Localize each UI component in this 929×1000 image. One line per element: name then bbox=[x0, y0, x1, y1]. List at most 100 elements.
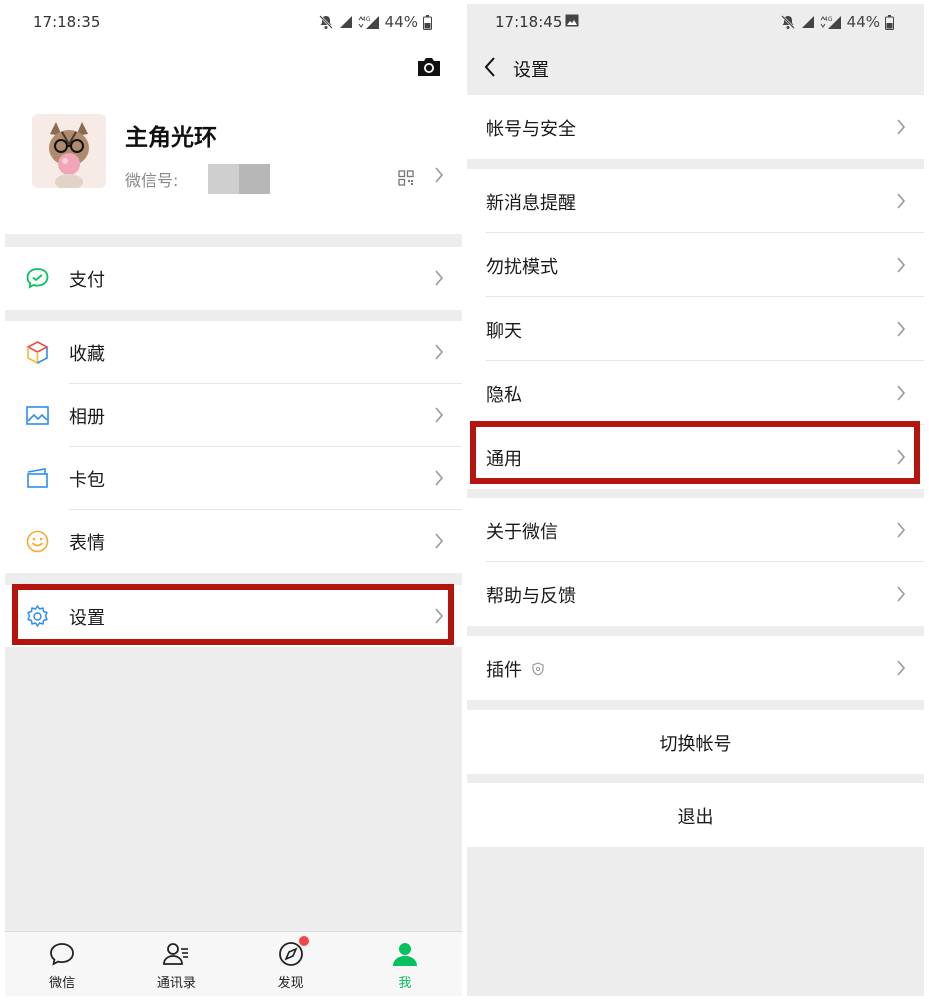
section-gap bbox=[5, 234, 462, 247]
avatar[interactable] bbox=[32, 114, 106, 188]
card-wallet-icon bbox=[27, 468, 48, 488]
cat-avatar-image bbox=[32, 114, 106, 188]
settings-item-account-security[interactable]: 帐号与安全 bbox=[467, 95, 924, 159]
mute-bell-icon bbox=[318, 15, 333, 29]
settings-item-label: 隐私 bbox=[486, 385, 522, 406]
chevron-right-icon bbox=[897, 586, 906, 602]
chevron-right-icon bbox=[897, 660, 906, 676]
back-arrow-icon[interactable] bbox=[483, 56, 497, 78]
menu-item-pay[interactable]: 支付 bbox=[5, 247, 462, 310]
menu-item-cards[interactable]: 卡包 bbox=[5, 447, 462, 510]
status-indicators: 4G 44% bbox=[318, 13, 432, 31]
smiley-face-icon bbox=[26, 530, 49, 553]
status-bar: 17:18:35 4G 44% bbox=[5, 4, 462, 40]
svg-text:4G: 4G bbox=[824, 16, 833, 23]
tab-label: 我 bbox=[398, 976, 412, 991]
battery-icon bbox=[423, 14, 432, 30]
general-highlight-box bbox=[470, 421, 920, 484]
menu-item-label: 收藏 bbox=[69, 344, 105, 365]
chevron-right-icon bbox=[435, 344, 444, 360]
settings-item-label: 帮助与反馈 bbox=[486, 586, 576, 607]
page-title: 设置 bbox=[513, 60, 549, 81]
wechat-id-row: 微信号: bbox=[125, 164, 271, 194]
qr-code-icon[interactable] bbox=[398, 170, 414, 186]
chevron-right-icon bbox=[435, 270, 444, 286]
settings-item-chat[interactable]: 聊天 bbox=[467, 297, 924, 361]
chat-bubble-icon bbox=[50, 943, 75, 966]
tab-label: 微信 bbox=[49, 976, 76, 991]
camera-icon[interactable] bbox=[416, 56, 442, 78]
settings-item-label: 勿扰模式 bbox=[486, 257, 558, 278]
mute-bell-icon bbox=[780, 15, 795, 29]
settings-item-label: 插件 bbox=[486, 656, 544, 682]
notification-dot bbox=[298, 936, 309, 946]
chevron-right-icon bbox=[897, 119, 906, 135]
chevron-right-icon bbox=[897, 257, 906, 273]
contacts-icon bbox=[163, 943, 189, 965]
settings-screen: 17:18:45 4G 44% 设置 帐号与安全 新消息提醒 勿扰模式 聊天 隐… bbox=[467, 4, 924, 996]
status-indicators: 4G 44% bbox=[780, 13, 894, 31]
battery-icon bbox=[885, 14, 894, 30]
battery-percent: 44% bbox=[846, 13, 880, 31]
settings-item-label: 新消息提醒 bbox=[486, 193, 576, 214]
settings-item-label: 聊天 bbox=[486, 321, 522, 342]
menu-item-label: 表情 bbox=[69, 533, 105, 554]
tab-contacts[interactable]: 通讯录 bbox=[119, 932, 233, 996]
wechat-id-label: 微信号: bbox=[125, 171, 179, 190]
tab-me[interactable]: 我 bbox=[348, 932, 462, 996]
chevron-right-icon bbox=[435, 533, 444, 549]
chevron-right-icon bbox=[897, 522, 906, 538]
status-time: 17:18:45 bbox=[495, 13, 563, 31]
menu-item-favorites[interactable]: 收藏 bbox=[5, 321, 462, 384]
pay-icon bbox=[26, 268, 49, 289]
section-gap bbox=[5, 310, 462, 321]
menu-item-label: 支付 bbox=[69, 270, 105, 291]
profile-name: 主角光环 bbox=[125, 125, 217, 151]
chevron-right-icon bbox=[897, 193, 906, 209]
settings-item-label: 关于微信 bbox=[486, 522, 558, 543]
chevron-right-icon bbox=[897, 385, 906, 401]
switch-account-button[interactable]: 切换帐号 bbox=[467, 710, 924, 774]
person-icon bbox=[392, 943, 417, 966]
switch-account-label: 切换帐号 bbox=[659, 734, 732, 755]
settings-item-help-feedback[interactable]: 帮助与反馈 bbox=[467, 562, 924, 626]
logout-label: 退出 bbox=[677, 807, 714, 828]
tab-label: 发现 bbox=[277, 976, 304, 991]
settings-item-privacy[interactable]: 隐私 bbox=[467, 361, 924, 425]
logout-button[interactable]: 退出 bbox=[467, 783, 924, 847]
signal-icon bbox=[801, 16, 814, 28]
chevron-right-icon bbox=[435, 470, 444, 486]
bottom-tab-bar: 微信 通讯录 发现 我 bbox=[5, 931, 462, 996]
settings-item-about[interactable]: 关于微信 bbox=[467, 498, 924, 562]
signal-icon bbox=[339, 16, 352, 28]
favorites-cube-icon bbox=[26, 341, 49, 365]
me-screen: 17:18:35 4G 44% 主角光环 微信号: 支付 收藏 相册 卡包 表情… bbox=[5, 4, 462, 996]
chevron-right-icon bbox=[897, 321, 906, 337]
profile-card[interactable]: 主角光环 微信号: bbox=[5, 94, 462, 234]
battery-percent: 44% bbox=[384, 13, 418, 31]
tab-label: 通讯录 bbox=[156, 976, 196, 991]
album-icon bbox=[26, 406, 49, 425]
menu-item-stickers[interactable]: 表情 bbox=[5, 510, 462, 573]
settings-item-plugins[interactable]: 插件 bbox=[467, 636, 924, 700]
signal-4g-icon: 4G bbox=[820, 16, 841, 29]
signal-4g-icon: 4G bbox=[358, 16, 379, 29]
gallery-notification-icon bbox=[565, 14, 579, 27]
menu-item-label: 相册 bbox=[69, 407, 105, 428]
settings-item-new-message-alerts[interactable]: 新消息提醒 bbox=[467, 169, 924, 233]
tab-discover[interactable]: 发现 bbox=[234, 932, 348, 996]
status-time: 17:18:35 bbox=[33, 13, 101, 31]
svg-text:4G: 4G bbox=[362, 16, 371, 23]
empty-area bbox=[5, 647, 462, 931]
menu-item-label: 卡包 bbox=[69, 470, 105, 491]
menu-item-album[interactable]: 相册 bbox=[5, 384, 462, 447]
plugin-shield-icon bbox=[532, 662, 544, 676]
chevron-right-icon bbox=[435, 407, 444, 423]
status-bar: 17:18:45 4G 44% bbox=[467, 4, 924, 40]
blurred-wechat-id bbox=[208, 164, 271, 194]
settings-highlight-box bbox=[12, 584, 454, 645]
tab-chats[interactable]: 微信 bbox=[5, 932, 119, 996]
plugins-label: 插件 bbox=[486, 660, 522, 681]
settings-item-label: 帐号与安全 bbox=[486, 119, 576, 140]
settings-item-do-not-disturb[interactable]: 勿扰模式 bbox=[467, 233, 924, 297]
